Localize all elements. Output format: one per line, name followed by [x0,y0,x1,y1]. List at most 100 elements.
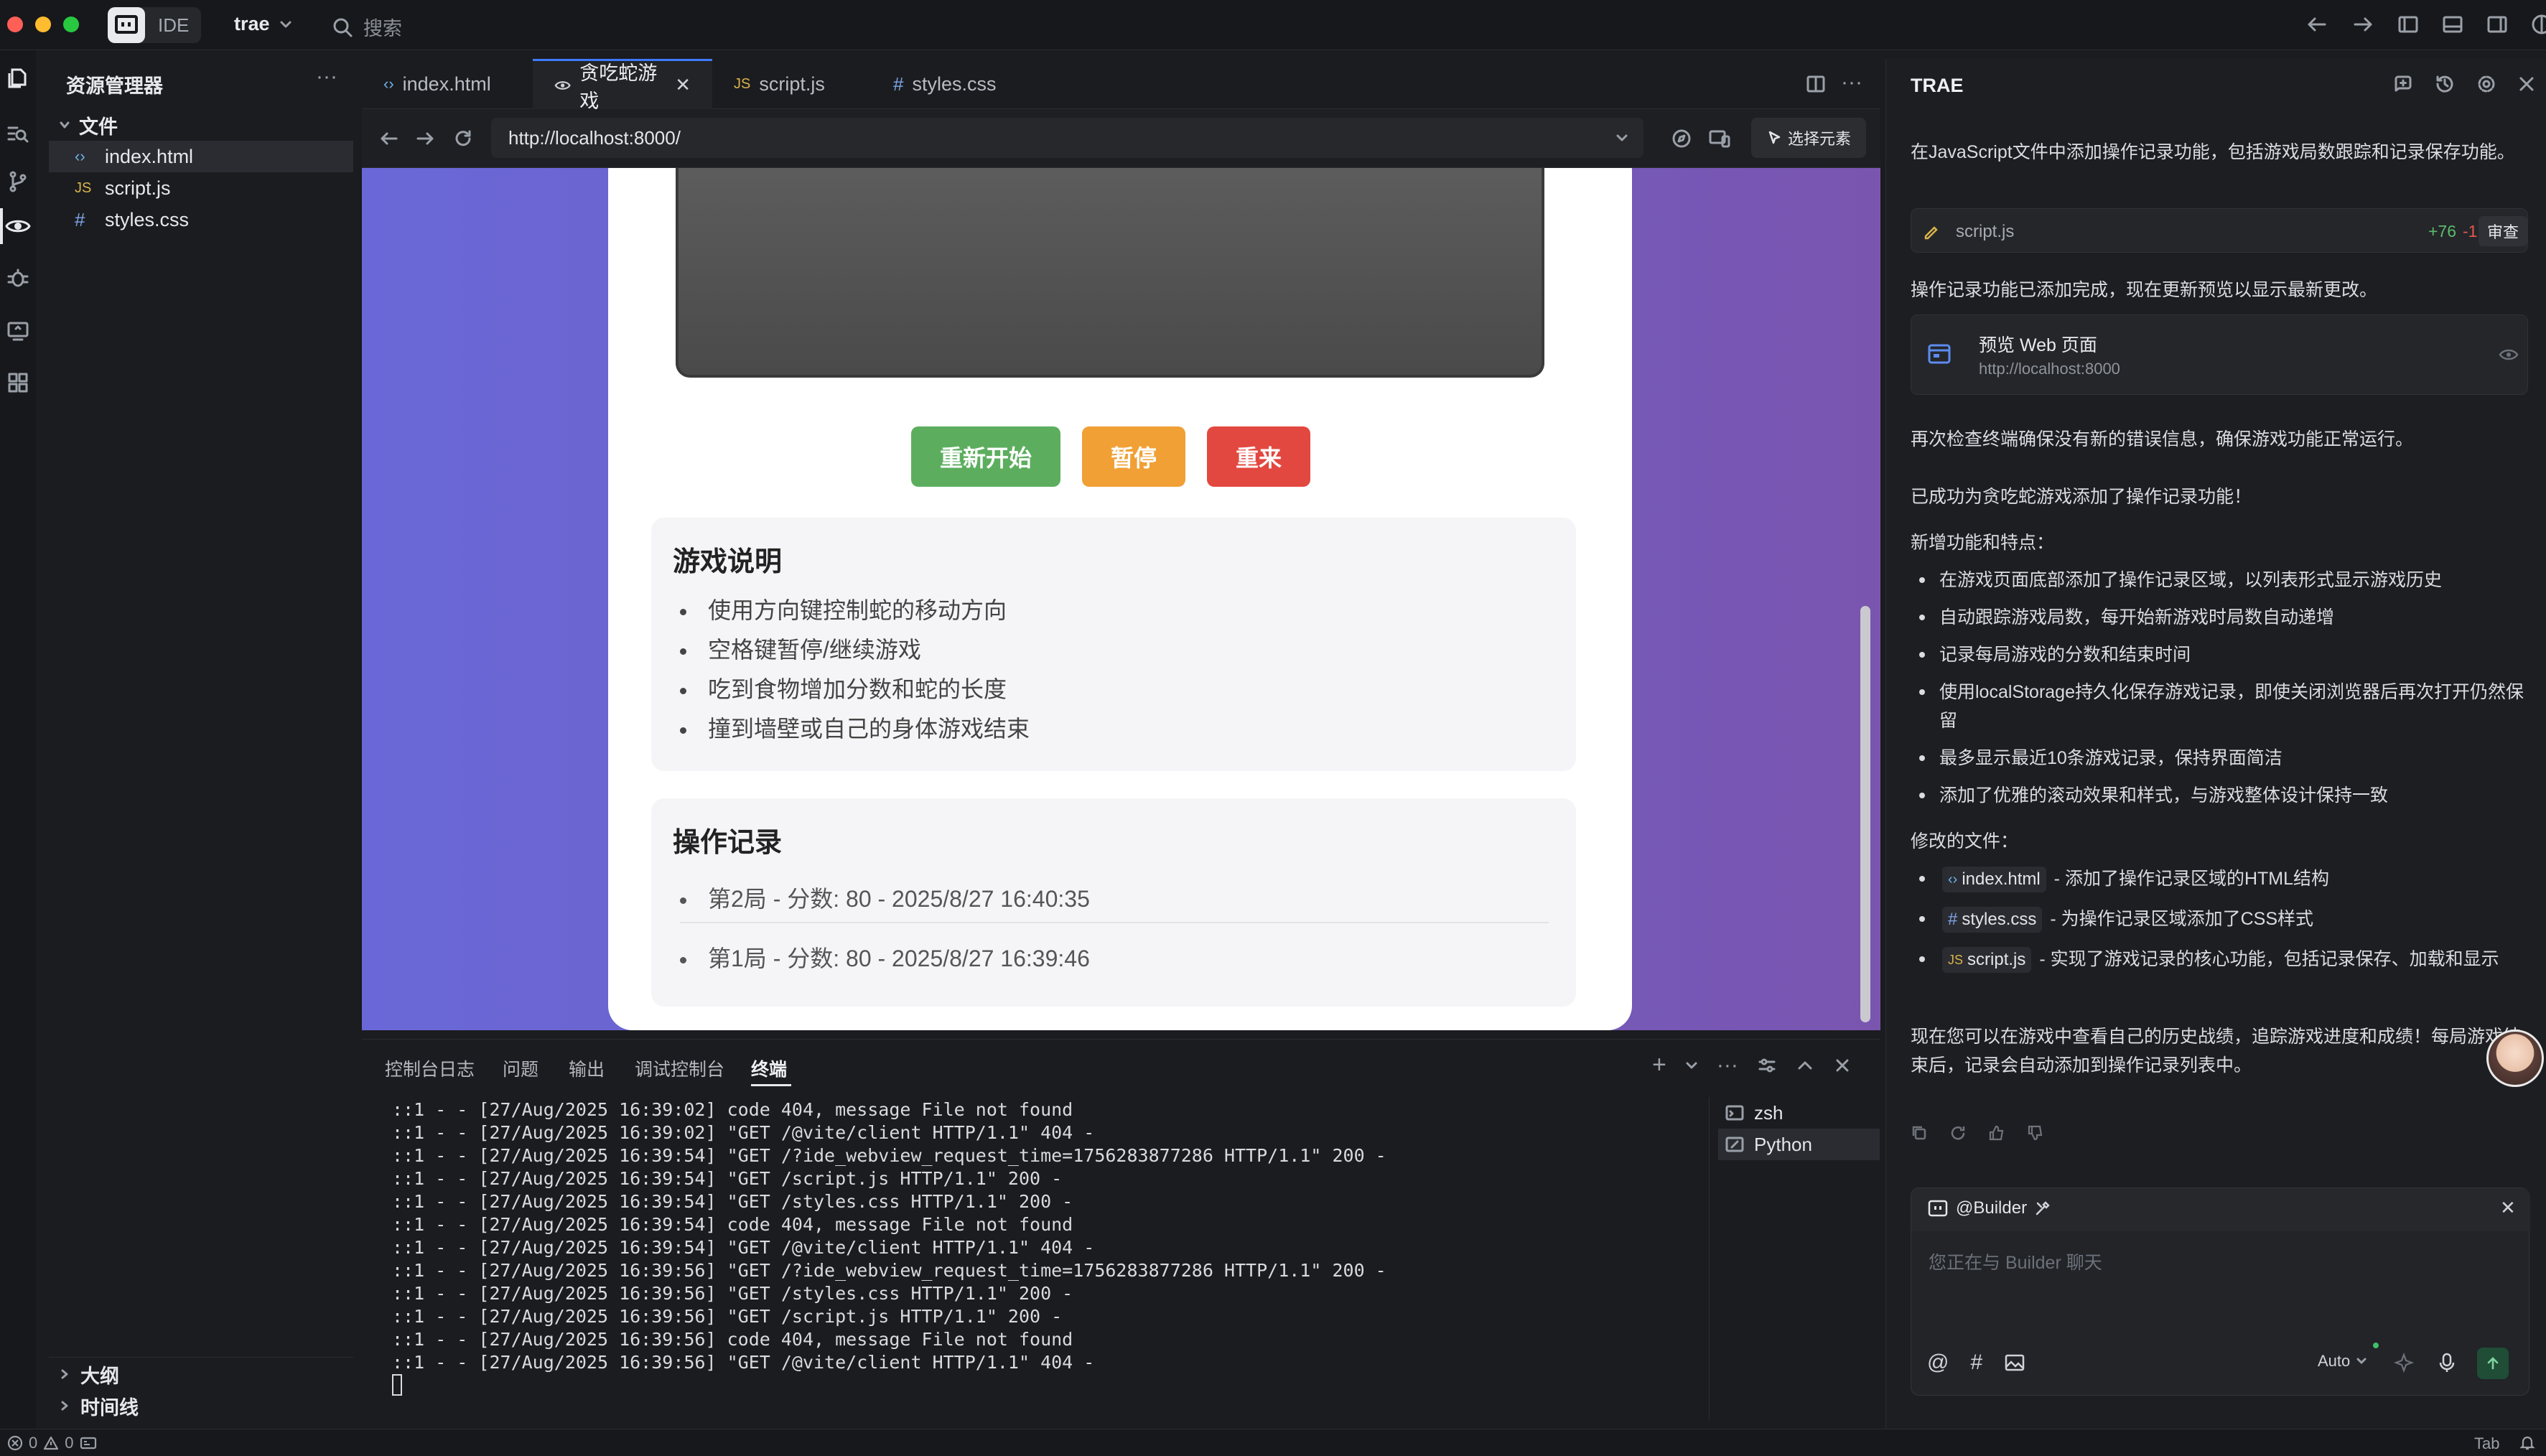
back-arrow-icon[interactable] [2305,12,2329,37]
gear-icon[interactable] [2476,73,2497,95]
url-input[interactable]: http://localhost:8000/ [491,118,1643,158]
diff-card[interactable]: script.js +76 -1 审查 [1911,208,2528,253]
toggle-right-panel-icon[interactable] [2486,13,2509,36]
tab-console-log[interactable]: 控制台日志 [385,1055,475,1081]
browser-back-icon[interactable] [378,128,399,149]
debug-icon[interactable] [6,266,30,290]
close-panel-icon[interactable] [1833,1056,1852,1075]
review-button[interactable]: 审查 [2479,216,2527,246]
toggle-sidebar-icon[interactable] [2397,13,2420,36]
agent-chip[interactable]: @Builder [1927,1198,2051,1218]
editor-tabs: ‹› index.html 贪吃蛇游戏 ✕ JS script.js # sty… [362,59,1880,112]
browser-forward-icon[interactable] [415,128,437,149]
terminal-output[interactable]: ::1 - - [27/Aug/2025 16:39:02] code 404,… [392,1098,1706,1396]
toggle-panel-icon[interactable] [2441,13,2464,36]
js-icon: JS [75,179,92,196]
tab-styles-css[interactable]: # styles.css [872,59,1035,109]
outline-section[interactable]: 大纲 [49,1358,353,1390]
history-icon[interactable] [2434,73,2456,95]
restart-button[interactable]: 重新开始 [911,426,1060,487]
close-window-button[interactable] [7,17,23,32]
image-upload-icon[interactable] [2004,1353,2025,1373]
thumbs-down-icon[interactable] [2027,1124,2044,1142]
select-element-button[interactable]: 选择元素 [1751,118,1866,158]
tab-indicator[interactable]: Tab [2474,1434,2499,1453]
close-icon[interactable] [2517,75,2536,93]
terminal-zsh[interactable]: zsh [1718,1097,1880,1129]
tab-script-js[interactable]: JS script.js [712,59,872,109]
tab-terminal[interactable]: 终端 [751,1055,787,1081]
chat-input[interactable]: 您正在与 Builder 聊天 [1929,1249,2510,1335]
copy-icon[interactable] [1911,1124,1928,1142]
tab-problems[interactable]: 问题 [503,1055,538,1081]
explorer-files-icon[interactable] [6,66,30,90]
search-panel-icon[interactable] [6,122,30,146]
terminal-settings-icon[interactable] [1757,1055,1777,1075]
tab-index-html[interactable]: ‹› index.html [362,59,533,109]
send-button[interactable] [2477,1348,2509,1379]
file-item-styles-css[interactable]: # styles.css [49,204,353,235]
game-canvas[interactable] [676,168,1544,378]
maximize-panel-icon[interactable] [1796,1056,1814,1075]
tab-output[interactable]: 输出 [569,1055,605,1081]
chevron-down-icon[interactable] [1615,131,1629,145]
minimize-window-button[interactable] [35,17,51,32]
file-item-index-html[interactable]: ‹› index.html [49,141,353,172]
title-bar: IDE trae 搜索 [0,0,2546,50]
preview-eye-icon[interactable] [4,214,32,238]
terminal-line: ::1 - - [27/Aug/2025 16:39:54] "GET /scr… [392,1168,1063,1189]
chevron-down-icon [60,121,70,129]
more-actions-icon[interactable]: ··· [1717,1053,1738,1078]
js-icon: JS [1948,953,1964,968]
more-actions-icon[interactable]: ··· [316,65,337,89]
file-item-script-js[interactable]: JS script.js [49,172,353,204]
close-tab-icon[interactable]: ✕ [675,74,691,96]
more-actions-icon[interactable]: ··· [1841,70,1862,95]
terminal-python[interactable]: Python [1718,1129,1880,1160]
eye-icon[interactable] [2499,347,2519,363]
remote-icon[interactable] [6,319,30,343]
new-chat-icon[interactable] [2392,73,2414,95]
file-chip[interactable]: ‹› index.html [1942,867,2046,893]
account-icon[interactable] [2530,13,2546,36]
file-chip[interactable]: # styles.css [1942,907,2043,933]
regenerate-icon[interactable] [1949,1124,1967,1142]
add-terminal-icon[interactable]: + [1652,1051,1666,1079]
model-selector[interactable]: Auto [2318,1343,2379,1371]
forward-arrow-icon[interactable] [2351,12,2375,37]
terminal-list: zsh Python [1709,1097,1880,1420]
microphone-icon[interactable] [2437,1352,2457,1373]
tab-debug-console[interactable]: 调试控制台 [635,1055,724,1081]
preview-web-card[interactable]: 预览 Web 页面 http://localhost:8000 [1911,314,2528,395]
chevron-right-icon [61,1401,68,1411]
search-icon [333,18,353,37]
device-toggle-icon[interactable] [1708,128,1731,149]
global-search[interactable]: 搜索 [332,13,402,41]
problems-status[interactable]: 0 0 [7,1434,97,1452]
extensions-icon[interactable] [6,370,30,395]
sparkle-icon[interactable] [2394,1352,2415,1373]
project-switcher[interactable]: trae [234,13,293,35]
thumbs-up-icon[interactable] [1988,1124,2005,1142]
tab-snake-game[interactable]: 贪吃蛇游戏 ✕ [533,59,712,112]
reload-icon[interactable] [452,128,474,149]
notification-bell-icon[interactable] [2519,1434,2536,1451]
source-control-icon[interactable] [6,169,30,194]
replay-button[interactable]: 重来 [1207,426,1310,487]
remove-agent-icon[interactable]: ✕ [2500,1197,2516,1219]
chevron-down-icon[interactable] [1685,1059,1698,1072]
maximize-window-button[interactable] [63,17,79,32]
compass-icon[interactable] [1671,128,1692,149]
folder-files[interactable]: 文件 [49,109,353,141]
model-mode: Auto [2318,1352,2351,1370]
timeline-section[interactable]: 时间线 [49,1390,353,1422]
file-chip[interactable]: JS script.js [1942,947,2032,974]
pause-button[interactable]: 暂停 [1082,426,1185,487]
search-placeholder: 搜索 [363,18,402,39]
mention-icon[interactable]: @ [1927,1350,1949,1375]
avatar[interactable] [2486,1030,2544,1087]
split-editor-icon[interactable] [1805,73,1827,95]
hash-context-icon[interactable]: # [1970,1350,1982,1375]
preview-scrollbar[interactable] [1860,606,1870,1022]
modified-file-item: JS script.js - 实现了游戏记录的核心功能，包括记录保存、加载和显示 [1911,945,2528,974]
